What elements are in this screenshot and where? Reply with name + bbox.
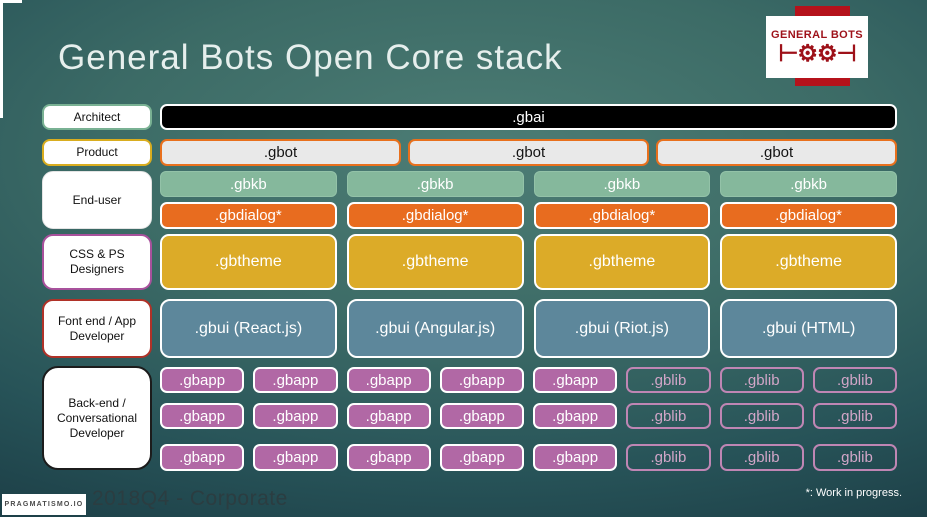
gbkb-box: .gbkb bbox=[160, 171, 337, 197]
gbapp-box: .gbapp bbox=[253, 444, 338, 471]
gbapp-box: .gbapp bbox=[346, 403, 431, 429]
gbapp-box: .gbapp bbox=[160, 444, 245, 471]
row-label-end-user: End-user bbox=[42, 171, 152, 229]
gbui-riot-box: .gbui (Riot.js) bbox=[533, 299, 711, 358]
row-architect: .gbai bbox=[160, 104, 897, 130]
slide-corner-mark-horizontal bbox=[0, 0, 22, 3]
gbot-box: .gbot bbox=[408, 139, 649, 166]
gbdialog-box: .gbdialog* bbox=[720, 202, 897, 229]
slide-corner-mark-vertical bbox=[0, 0, 3, 118]
gbui-html-box: .gbui (HTML) bbox=[720, 299, 897, 358]
pragmatismo-badge: PRAGMATISMO.IO bbox=[2, 494, 86, 515]
row-gbtheme: .gbtheme .gbtheme .gbtheme .gbtheme bbox=[160, 234, 897, 290]
gblib-box: .gblib bbox=[626, 403, 711, 429]
gbapp-box: .gbapp bbox=[533, 403, 618, 429]
gblib-box: .gblib bbox=[812, 403, 897, 429]
row-product: .gbot .gbot .gbot bbox=[160, 139, 897, 166]
row-gbui: .gbui (React.js) .gbui (Angular.js) .gbu… bbox=[160, 299, 897, 358]
general-bots-logo: GENERAL BOTS ⊢⚙⚙⊣ bbox=[766, 16, 868, 78]
gbdialog-box: .gbdialog* bbox=[533, 202, 711, 229]
gbkb-box: .gbkb bbox=[533, 171, 711, 197]
row-label-backend-developer: Back-end / Conversational Developer bbox=[42, 366, 152, 470]
gbapp-box: .gbapp bbox=[439, 444, 524, 471]
gbapp-box: .gbapp bbox=[346, 444, 431, 471]
gbot-box: .gbot bbox=[160, 139, 401, 166]
gbkb-box: .gbkb bbox=[720, 171, 897, 197]
gbapp-box: .gbapp bbox=[253, 367, 338, 393]
gbdialog-box: .gbdialog* bbox=[346, 202, 524, 229]
gblib-box: .gblib bbox=[626, 367, 711, 393]
gbapp-box: .gbapp bbox=[439, 367, 524, 393]
row-backend-1: .gbapp .gbapp .gbapp .gbapp .gbapp .gbli… bbox=[160, 367, 897, 393]
gbtheme-box: .gbtheme bbox=[160, 234, 337, 290]
gbui-react-box: .gbui (React.js) bbox=[160, 299, 337, 358]
gbot-box: .gbot bbox=[656, 139, 897, 166]
slide: General Bots Open Core stack GENERAL BOT… bbox=[0, 0, 927, 517]
gbapp-box: .gbapp bbox=[160, 403, 245, 429]
row-backend-2: .gbapp .gbapp .gbapp .gbapp .gbapp .gbli… bbox=[160, 403, 897, 429]
row-backend-3: .gbapp .gbapp .gbapp .gbapp .gbapp .gbli… bbox=[160, 444, 897, 471]
row-label-frontend-developer: Font end / App Developer bbox=[42, 299, 152, 358]
gblib-box: .gblib bbox=[812, 444, 897, 471]
row-label-architect: Architect bbox=[42, 104, 152, 130]
gbapp-box: .gbapp bbox=[439, 403, 524, 429]
gblib-box: .gblib bbox=[626, 444, 711, 471]
gbtheme-box: .gbtheme bbox=[720, 234, 897, 290]
gblib-box: .gblib bbox=[719, 444, 804, 471]
gbui-angular-box: .gbui (Angular.js) bbox=[346, 299, 524, 358]
gbai-box: .gbai bbox=[160, 104, 897, 130]
page-title: General Bots Open Core stack bbox=[58, 38, 563, 77]
gbdialog-box: .gbdialog* bbox=[160, 202, 337, 229]
gblib-box: .gblib bbox=[812, 367, 897, 393]
gbtheme-box: .gbtheme bbox=[346, 234, 524, 290]
gbapp-box: .gbapp bbox=[253, 403, 338, 429]
gbkb-box: .gbkb bbox=[346, 171, 524, 197]
gbapp-box: .gbapp bbox=[346, 367, 431, 393]
gblib-box: .gblib bbox=[719, 403, 804, 429]
row-label-css-ps-designers: CSS & PS Designers bbox=[42, 234, 152, 290]
gblib-box: .gblib bbox=[719, 367, 804, 393]
gears-icon: ⊢⚙⚙⊣ bbox=[778, 40, 856, 66]
row-gbdialog: .gbdialog* .gbdialog* .gbdialog* .gbdial… bbox=[160, 202, 897, 229]
gbtheme-box: .gbtheme bbox=[533, 234, 711, 290]
gbapp-box: .gbapp bbox=[533, 367, 618, 393]
work-in-progress-note: *: Work in progress. bbox=[805, 487, 902, 499]
edition-text: 2018Q4 - Corporate bbox=[92, 487, 288, 510]
row-gbkb: .gbkb .gbkb .gbkb .gbkb bbox=[160, 171, 897, 197]
row-label-product: Product bbox=[42, 139, 152, 166]
gbapp-box: .gbapp bbox=[160, 367, 245, 393]
gbapp-box: .gbapp bbox=[533, 444, 618, 471]
